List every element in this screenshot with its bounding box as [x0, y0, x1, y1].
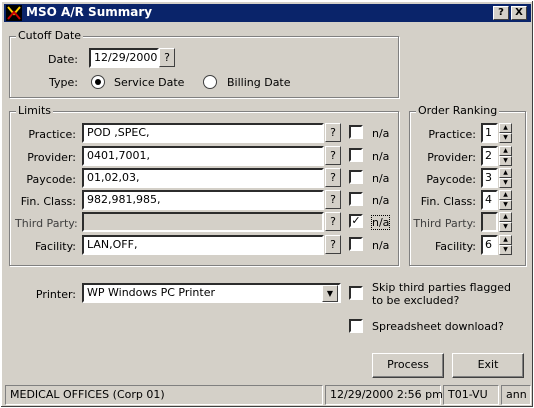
- help-button[interactable]: ?: [493, 6, 509, 20]
- spreadsheet-download-label: Spreadsheet download?: [372, 320, 504, 333]
- status-datetime: 12/29/2000 2:56 pm: [325, 385, 443, 405]
- rank-third-party-label: Third Party:: [413, 217, 476, 230]
- rank-paycode-label: Paycode:: [426, 173, 476, 186]
- limit-facility-na-label: n/a: [372, 239, 390, 252]
- limit-third-party-label: Third Party:: [15, 217, 78, 230]
- date-field[interactable]: 12/29/2000: [89, 48, 159, 68]
- limit-fin-class-field[interactable]: 982,981,985,: [82, 190, 324, 210]
- rank-fin-class-spinner[interactable]: 4 ▲ ▼: [481, 190, 514, 210]
- status-user: ann: [501, 385, 531, 405]
- rank-paycode-spinner[interactable]: 3 ▲ ▼: [481, 168, 514, 188]
- date-label: Date:: [48, 53, 78, 66]
- window-title: MSO A/R Summary: [26, 5, 153, 19]
- order-ranking-title: Order Ranking: [416, 104, 500, 117]
- spin-up-icon[interactable]: ▲: [499, 235, 512, 245]
- rank-third-party-value[interactable]: [481, 212, 498, 232]
- spin-up-icon[interactable]: ▲: [499, 123, 512, 133]
- spreadsheet-download-checkbox[interactable]: [349, 319, 363, 333]
- rank-provider-spinner[interactable]: 2 ▲ ▼: [481, 146, 514, 166]
- rank-provider-value[interactable]: 2: [481, 146, 498, 166]
- rank-facility-label: Facility:: [434, 240, 476, 253]
- limit-provider-na-label: n/a: [372, 150, 390, 163]
- limit-third-party-field[interactable]: [82, 212, 324, 232]
- rank-provider-label: Provider:: [427, 151, 476, 164]
- limit-facility-field[interactable]: LAN,OFF,: [82, 235, 324, 255]
- billing-date-label: Billing Date: [227, 76, 291, 89]
- rank-facility-value[interactable]: 6: [481, 235, 498, 255]
- close-button[interactable]: X: [511, 6, 527, 20]
- limit-provider-lookup-button[interactable]: ?: [325, 146, 341, 165]
- limit-third-party-na-checkbox[interactable]: ✓: [349, 214, 363, 228]
- type-label: Type:: [49, 76, 78, 89]
- cutoff-date-title: Cutoff Date: [16, 29, 84, 42]
- spin-down-icon[interactable]: ▼: [499, 222, 512, 232]
- service-date-radio[interactable]: [91, 75, 105, 89]
- rank-fin-class-label: Fin. Class:: [420, 195, 476, 208]
- app-icon: [6, 5, 22, 21]
- rank-practice-value[interactable]: 1: [481, 123, 498, 143]
- service-date-label: Service Date: [114, 76, 185, 89]
- check-icon: ✓: [351, 214, 361, 227]
- rank-facility-spinner[interactable]: 6 ▲ ▼: [481, 235, 514, 255]
- rank-fin-class-value[interactable]: 4: [481, 190, 498, 210]
- limit-third-party-lookup-button[interactable]: ?: [325, 212, 341, 231]
- limit-practice-field[interactable]: POD ,SPEC,: [82, 123, 324, 143]
- limit-paycode-lookup-button[interactable]: ?: [325, 168, 341, 187]
- status-office: MEDICAL OFFICES (Corp 01): [5, 385, 323, 405]
- billing-date-radio[interactable]: [203, 75, 217, 89]
- title-bar: MSO A/R Summary ? X: [4, 4, 531, 22]
- spin-up-icon[interactable]: ▲: [499, 146, 512, 156]
- spin-down-icon[interactable]: ▼: [499, 245, 512, 255]
- skip-third-parties-checkbox[interactable]: [349, 286, 363, 300]
- chevron-down-icon[interactable]: ▼: [322, 285, 338, 302]
- limit-facility-lookup-button[interactable]: ?: [325, 235, 341, 254]
- date-lookup-button[interactable]: ?: [159, 48, 175, 67]
- limit-paycode-na-checkbox[interactable]: [349, 170, 363, 184]
- skip-third-parties-label: Skip third parties flagged to be exclude…: [372, 281, 512, 307]
- rank-third-party-spinner[interactable]: ▲ ▼: [481, 212, 514, 232]
- spin-up-icon[interactable]: ▲: [499, 168, 512, 178]
- limit-fin-class-na-label: n/a: [372, 194, 390, 207]
- limit-practice-lookup-button[interactable]: ?: [325, 123, 341, 142]
- exit-button[interactable]: Exit: [452, 353, 524, 378]
- limit-paycode-field[interactable]: 01,02,03,: [82, 168, 324, 188]
- limit-practice-label: Practice:: [28, 128, 76, 141]
- status-terminal: T01-VU: [443, 385, 499, 405]
- spin-down-icon[interactable]: ▼: [499, 156, 512, 166]
- spin-up-icon[interactable]: ▲: [499, 190, 512, 200]
- limit-fin-class-lookup-button[interactable]: ?: [325, 190, 341, 209]
- mso-ar-summary-window: MSO A/R Summary ? X Cutoff Date Date: 12…: [0, 0, 534, 408]
- limit-facility-label: Facility:: [34, 240, 76, 253]
- limit-paycode-label: Paycode:: [26, 173, 76, 186]
- limits-title: Limits: [16, 104, 53, 117]
- limit-facility-na-checkbox[interactable]: [349, 237, 363, 251]
- limit-paycode-na-label: n/a: [372, 172, 390, 185]
- spin-up-icon[interactable]: ▲: [499, 212, 512, 222]
- limit-provider-label: Provider:: [27, 151, 76, 164]
- limit-practice-na-label: n/a: [372, 127, 390, 140]
- rank-practice-spinner[interactable]: 1 ▲ ▼: [481, 123, 514, 143]
- spin-down-icon[interactable]: ▼: [499, 178, 512, 188]
- spin-down-icon[interactable]: ▼: [499, 200, 512, 210]
- printer-select[interactable]: WP Windows PC Printer: [82, 283, 341, 303]
- limit-practice-na-checkbox[interactable]: [349, 125, 363, 139]
- limit-provider-field[interactable]: 0401,7001,: [82, 146, 324, 166]
- limit-fin-class-na-checkbox[interactable]: [349, 192, 363, 206]
- rank-practice-label: Practice:: [428, 128, 476, 141]
- limit-fin-class-label: Fin. Class:: [20, 195, 76, 208]
- process-button[interactable]: Process: [372, 353, 444, 378]
- rank-paycode-value[interactable]: 3: [481, 168, 498, 188]
- limit-provider-na-checkbox[interactable]: [349, 148, 363, 162]
- spin-down-icon[interactable]: ▼: [499, 133, 512, 143]
- limit-third-party-na-label: n/a: [370, 215, 391, 230]
- printer-label: Printer:: [35, 288, 76, 301]
- radio-selected-dot: [95, 79, 101, 85]
